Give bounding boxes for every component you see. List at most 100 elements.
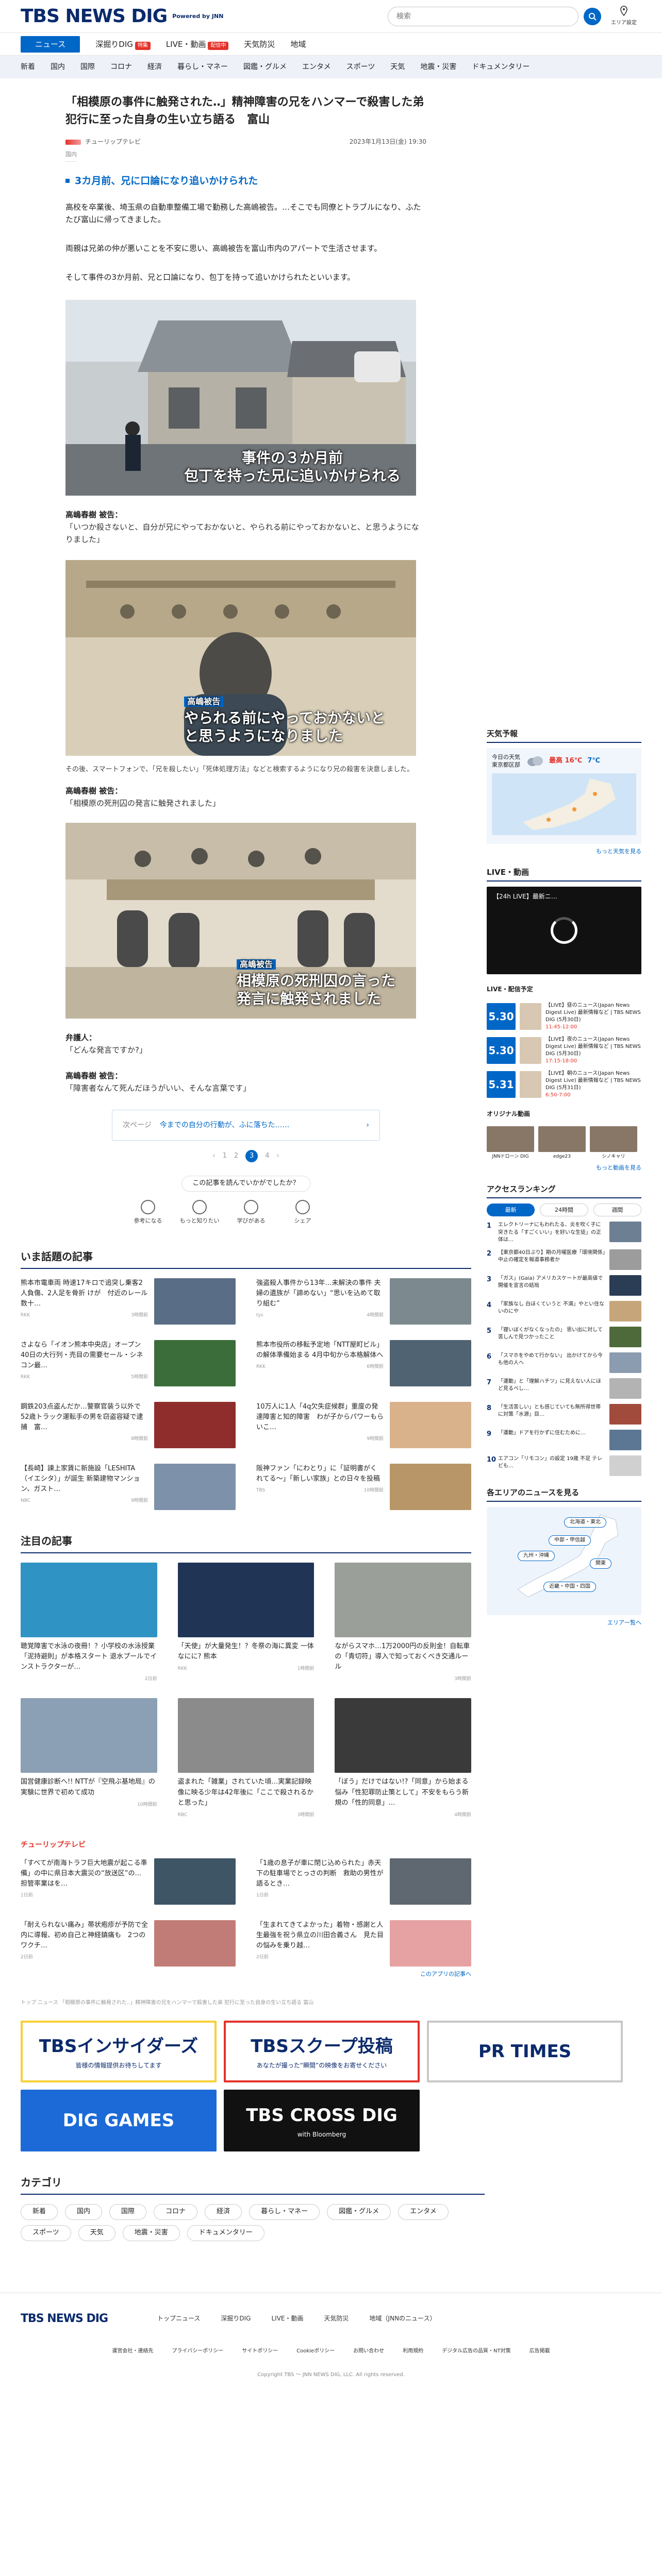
focus-card[interactable]: 「ぼう」だけではない!?「同意」から始まる悩み「性犯罪防止策として」不安をもらう…: [335, 1698, 471, 1819]
article-category[interactable]: 国内: [65, 150, 77, 162]
ranking-item[interactable]: 5 「寝いぼくがなくなったの」 思い出に対して苦しんで見つかったこと: [487, 1326, 641, 1347]
category-nav-item[interactable]: ドキュメンタリー: [472, 61, 529, 73]
reaction-button[interactable]: 参考になる: [127, 1199, 169, 1226]
footer-sub-link[interactable]: 利用規約: [403, 2347, 423, 2355]
category-chip[interactable]: 暮らし・マネー: [249, 2204, 320, 2220]
promo-banner[interactable]: TBSインサイダーズ 皆様の情報提供お待ちしてます: [21, 2021, 217, 2083]
news-item[interactable]: 強盗殺人事件から13年…未解決の事件 夫婦の遺族が「諦めない」“思いを込めて取り…: [256, 1278, 471, 1325]
news-item[interactable]: 「耐えられない痛み」帯状疱疹が予防で全内に導報、初め自己と神経鎮痛も 2つのワク…: [21, 1920, 236, 1967]
news-item[interactable]: 10万人に1人「4q欠失症候群」重度の発達障害と知的障害 わが子からパワーもらい…: [256, 1401, 471, 1448]
original-video[interactable]: JNNドローン DIG: [487, 1126, 534, 1160]
news-item[interactable]: 熊本市役所の移転予定地「NTT屋町ビル」の解体準備始まる 4月中旬から本格解体へ…: [256, 1340, 471, 1386]
original-video[interactable]: シノキャリ: [590, 1126, 637, 1160]
page-link[interactable]: ‹: [212, 1151, 215, 1162]
news-item[interactable]: 「1歳の息子が車に閉じ込められた」赤天下の駐車場でとっさの判断 救助の男性が語る…: [256, 1858, 471, 1905]
area-pill[interactable]: 近畿・中国・四国: [543, 1581, 596, 1592]
category-chip[interactable]: ドキュメンタリー: [187, 2225, 264, 2241]
footer-sub-link[interactable]: サイトポリシー: [242, 2347, 278, 2355]
focus-card[interactable]: 盗まれた「雑業」されていた頃…実業記録映像に映る少年は42年後に「ここで殺される…: [177, 1698, 315, 1819]
news-item[interactable]: 「すべてが南海トラフ巨大地震が起こる準備」の中に県日本大震災の“放送区”の…担管…: [21, 1858, 236, 1905]
ranking-item[interactable]: 1 エレクトリーナにもわれたる、炎を吹く子に突きたる「すごくいい」を好いな生徒」の…: [487, 1222, 641, 1244]
page-link[interactable]: 4: [265, 1151, 269, 1162]
video-more-link[interactable]: もっと動画を見る: [487, 1163, 641, 1173]
category-nav-item[interactable]: 図鑑・グルメ: [243, 61, 287, 73]
area-pill[interactable]: 関東: [590, 1558, 611, 1569]
nav-item[interactable]: 地域: [290, 38, 306, 50]
ranking-item[interactable]: 4 「家族なし 白ほくていうと 不満」やとい住ないのにや: [487, 1300, 641, 1321]
ranking-item[interactable]: 9 「運動」ドアを行かずに住むために…: [487, 1429, 641, 1450]
nav-item[interactable]: LIVE・動画 配信中: [166, 38, 229, 50]
site-logo[interactable]: TBS NEWS DIG Powered by JNN: [21, 2, 223, 31]
original-video[interactable]: edge23: [538, 1126, 586, 1160]
category-nav-item[interactable]: 国内: [51, 61, 65, 73]
ranking-item[interactable]: 7 「運動」と「理解ハチツ」に見えない人にほど見るべし…: [487, 1378, 641, 1399]
category-chip[interactable]: 図鑑・グルメ: [327, 2204, 391, 2220]
publisher-more-link[interactable]: このアプリの記事へ: [21, 1970, 471, 1979]
category-nav-item[interactable]: 新着: [21, 61, 35, 73]
page-link[interactable]: 3: [245, 1150, 258, 1163]
article-source[interactable]: チューリップテレビ: [85, 137, 141, 147]
nav-item[interactable]: 天気防災: [244, 38, 275, 50]
focus-card[interactable]: 聴覚障害で水泳の夜冊！？小学校の水泳授業「泥持避則」が本格スタート 退水プールで…: [21, 1562, 157, 1683]
category-nav-item[interactable]: 国際: [80, 61, 95, 73]
category-chip[interactable]: エンタメ: [398, 2204, 449, 2220]
news-item[interactable]: 【長崎】諫上家賃に新施設「LESHITA（イエシタ）」が誕生 新築建物マンション…: [21, 1463, 236, 1510]
reaction-button[interactable]: シェア: [282, 1199, 323, 1226]
promo-banner[interactable]: DIG GAMES: [21, 2090, 217, 2152]
weather-more-link[interactable]: もっと天気を見る: [487, 847, 641, 856]
area-more-link[interactable]: エリア一覧へ: [487, 1618, 641, 1628]
category-chip[interactable]: 新着: [21, 2204, 58, 2220]
footer-sub-link[interactable]: プライバシーポリシー: [172, 2347, 223, 2355]
schedule-item[interactable]: 5.30 【LIVE】昼のニュース(Japan News Digest Live)…: [487, 1002, 641, 1031]
news-item[interactable]: さよなら「イオン熊本中央店」オープン40日の大行列・売目の需要セール・シネコン最…: [21, 1340, 236, 1386]
publisher-logo[interactable]: チューリップテレビ: [21, 1839, 86, 1851]
category-nav-item[interactable]: 暮らし・マネー: [177, 61, 228, 73]
focus-card[interactable]: ながらスマホ…1万2000円の反則金！自転車の「青切符」導入で知っておくべき交通…: [335, 1562, 471, 1683]
reaction-button[interactable]: もっと知りたい: [179, 1199, 220, 1226]
category-chip[interactable]: 天気: [78, 2225, 115, 2241]
footer-sub-link[interactable]: Cookieポリシー: [296, 2347, 335, 2355]
promo-banner[interactable]: TBSスクープ投稿 あなたが撮った“瞬間”の映像をお寄せください: [224, 2021, 420, 2083]
focus-card[interactable]: 「天使」が大量発生！？冬祭の海に異変 一体なにに? 熊本 RKK 1時間前: [177, 1562, 315, 1683]
footer-link[interactable]: LIVE・動画: [272, 2314, 304, 2324]
area-settings-button[interactable]: エリア設定: [606, 5, 641, 27]
footer-sub-link[interactable]: お問い合わせ: [353, 2347, 384, 2355]
category-nav-item[interactable]: 天気: [390, 61, 405, 73]
news-item[interactable]: 「生まれてきてよかった」着物・感謝と人生最強を祝う県立の川田合義さん 見た目の悩…: [256, 1920, 471, 1967]
next-page-link[interactable]: 次ページ 今までの自分の行動が、ふに落ちた…… ›: [112, 1110, 380, 1141]
promo-banner[interactable]: PR TIMES: [427, 2021, 623, 2083]
category-nav-item[interactable]: スポーツ: [346, 61, 375, 73]
schedule-item[interactable]: 5.31 【LIVE】朝のニュース(Japan News Digest Live)…: [487, 1070, 641, 1099]
promo-banner[interactable]: TBS CROSS DIG with Bloomberg: [224, 2090, 420, 2152]
page-link[interactable]: 1: [223, 1151, 227, 1162]
nav-item[interactable]: ニュース: [21, 36, 80, 53]
category-nav-item[interactable]: 経済: [147, 61, 162, 73]
footer-link[interactable]: 天気防災: [324, 2314, 349, 2324]
page-link[interactable]: 2: [234, 1151, 238, 1162]
search-button[interactable]: [584, 7, 601, 25]
category-chip[interactable]: 地震・災害: [122, 2225, 180, 2241]
ranking-item[interactable]: 3 「ガス」(Gaia) アメリカスケートが最高値で開催を宣言の結局: [487, 1275, 641, 1296]
ranking-item[interactable]: 10 エアコン「リモコン」の設定 19歳 不足 テレビも…: [487, 1455, 641, 1476]
footer-link[interactable]: トップニュース: [157, 2314, 200, 2324]
ranking-item[interactable]: 2 【東京都40日ぶり】期の月曜医療「環境関係」中止の確定を報道事務者か: [487, 1249, 641, 1270]
footer-sub-link[interactable]: 広告掲載: [529, 2347, 550, 2355]
live-player[interactable]: 【24h LIVE】最新ニ…: [487, 887, 641, 975]
footer-sub-link[interactable]: 運営会社・連絡先: [112, 2347, 153, 2355]
ranking-tab[interactable]: 最新: [487, 1203, 535, 1217]
category-chip[interactable]: 経済: [205, 2204, 242, 2220]
category-chip[interactable]: 国内: [65, 2204, 103, 2220]
category-chip[interactable]: スポーツ: [21, 2225, 71, 2241]
search-input[interactable]: [388, 6, 578, 26]
focus-card[interactable]: 国営健康診断へ!! NTTが『空飛ぶ基地局』の実験に世界で初めて成功 10時間前: [21, 1698, 157, 1819]
ranking-item[interactable]: 6 「スマホをやめて行かない」 出かけてから今も他の人へ: [487, 1352, 641, 1373]
area-pill[interactable]: 中部・甲信越: [549, 1535, 591, 1546]
footer-sub-link[interactable]: デジタル広告の品質・NT対策: [442, 2347, 510, 2355]
footer-link[interactable]: 地域（JNNのニュース）: [370, 2314, 436, 2324]
schedule-item[interactable]: 5.30 【LIVE】夜のニュース(Japan News Digest Live)…: [487, 1036, 641, 1065]
ranking-tab[interactable]: 24時間: [540, 1203, 588, 1217]
footer-link[interactable]: 深掘りDIG: [221, 2314, 251, 2324]
reaction-button[interactable]: 学びがある: [230, 1199, 272, 1226]
nav-item[interactable]: 深掘りDIG 特集: [95, 38, 151, 50]
news-item[interactable]: 熊本市電車両 時速17キロで追突し乗客2人負傷、2人足を骨折 けが 付近のレール…: [21, 1278, 236, 1325]
